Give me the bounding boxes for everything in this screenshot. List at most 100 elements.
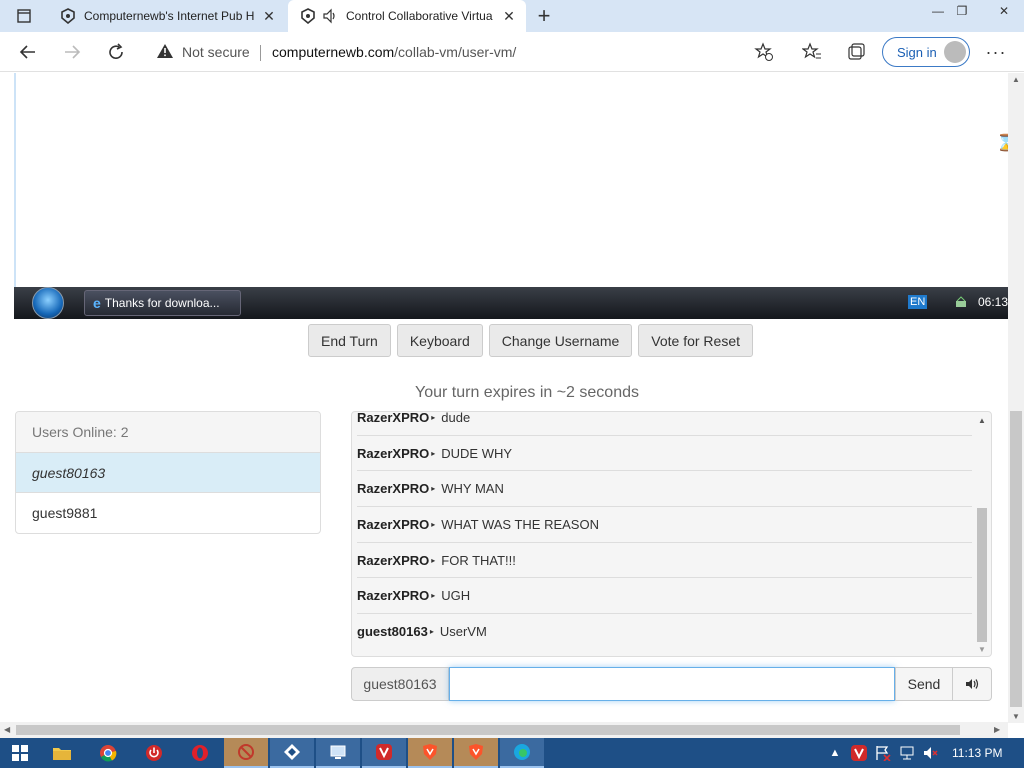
settings-menu-button[interactable]: ···: [982, 38, 1010, 66]
brave-taskbar-button[interactable]: [454, 738, 498, 768]
start-button[interactable]: [0, 738, 40, 768]
scroll-right-icon[interactable]: ▶: [994, 725, 1000, 734]
tab-close-icon[interactable]: ✕: [498, 5, 520, 27]
network-icon[interactable]: [898, 744, 916, 762]
chat-input[interactable]: [449, 667, 895, 701]
page-scroll-thumb[interactable]: [1010, 411, 1022, 707]
chat-username: RazerXPRO: [357, 411, 430, 425]
sign-in-button[interactable]: Sign in: [882, 37, 970, 67]
chat-username: RazerXPRO: [357, 516, 430, 532]
tab-collab-vm[interactable]: Control Collaborative Virtua ✕: [288, 0, 526, 32]
chat-arrow-icon: ▸: [431, 519, 436, 529]
vm-control-buttons: End Turn Keyboard Change Username Vote f…: [308, 324, 753, 357]
app-taskbar-button[interactable]: [270, 738, 314, 768]
favorites-button[interactable]: [798, 38, 826, 66]
scroll-down-icon[interactable]: ▼: [1012, 712, 1020, 721]
refresh-button[interactable]: [102, 38, 130, 66]
new-tab-button[interactable]: +: [532, 3, 556, 28]
chat-log[interactable]: RazerXPRO ▸ dude RazerXPRO ▸ DUDE WHY RazerX…: [351, 411, 992, 657]
site-favicon-icon: [58, 6, 78, 26]
page-vertical-scrollbar[interactable]: ▲ ▼: [1008, 73, 1024, 723]
blocked-app-taskbar-button[interactable]: [224, 738, 268, 768]
warning-icon[interactable]: [156, 43, 174, 64]
scroll-down-icon[interactable]: ▼: [978, 645, 986, 654]
chat-message: RazerXPRO ▸ FOR THAT!!!: [357, 543, 972, 579]
audio-playing-icon[interactable]: [320, 6, 340, 26]
close-window-button[interactable]: ✕: [988, 0, 1020, 22]
edge-taskbar-button[interactable]: [500, 738, 544, 768]
send-button[interactable]: Send: [895, 667, 953, 701]
vm-start-orb-icon[interactable]: [32, 287, 64, 319]
chat-scroll-thumb[interactable]: [977, 508, 987, 642]
chat-username: guest80163: [357, 624, 428, 640]
chat-message: RazerXPRO ▸ UGH: [357, 578, 972, 615]
url-path: /collab-vm/user-vm/: [394, 44, 517, 60]
vivaldi-taskbar-button[interactable]: [362, 738, 406, 768]
windows-taskbar: ▲ 11:13 PM: [0, 738, 1024, 768]
page-viewport: ⌛ e Thanks for downloa... EN 06:13 End T…: [0, 73, 1008, 723]
page-hscroll-thumb[interactable]: [16, 725, 960, 735]
turn-status: Your turn expires in ~2 seconds: [415, 384, 639, 401]
favorites-icon: [802, 42, 821, 59]
opera-icon: [192, 745, 208, 761]
address-bar[interactable]: Not secure computernewb.com/collab-vm/us…: [146, 36, 782, 68]
back-button[interactable]: [14, 38, 42, 66]
volume-button[interactable]: [952, 667, 992, 701]
refresh-icon: [109, 43, 123, 59]
chat-username: RazerXPRO: [357, 445, 430, 461]
vm-clock: 06:13: [978, 295, 1008, 309]
chat-username-label: guest80163: [351, 667, 449, 701]
collections-button[interactable]: [842, 38, 870, 66]
tray-expand-icon[interactable]: ▲: [826, 744, 844, 762]
user-list-item[interactable]: guest9881: [16, 493, 320, 533]
favorite-add-button[interactable]: [750, 38, 778, 66]
vm-display[interactable]: [14, 73, 1008, 318]
vm-taskbar[interactable]: e Thanks for downloa... EN 06:13: [14, 287, 1008, 319]
keyboard-button[interactable]: Keyboard: [396, 324, 483, 357]
tray-flag-icon[interactable]: [874, 744, 892, 762]
more-icon: ···: [985, 41, 1007, 62]
chat-scrollbar[interactable]: ▲ ▼: [976, 416, 988, 654]
chat-message: RazerXPRO ▸ dude: [357, 411, 972, 436]
power-app-taskbar-button[interactable]: [132, 738, 176, 768]
scroll-up-icon[interactable]: ▲: [978, 416, 986, 425]
tray-vivaldi-icon[interactable]: [850, 744, 868, 762]
tab-close-icon[interactable]: ✕: [258, 5, 280, 27]
tab-actions-button[interactable]: [6, 4, 42, 28]
remote-desktop-taskbar-button[interactable]: [316, 738, 360, 768]
tab-computernewb[interactable]: Computernewb's Internet Pub H ✕: [48, 0, 286, 32]
vm-network-icon[interactable]: [954, 295, 968, 309]
chat-messages: RazerXPRO ▸ dude RazerXPRO ▸ DUDE WHY RazerX…: [352, 411, 972, 650]
chat-message: RazerXPRO ▸ WHY MAN: [357, 471, 972, 508]
vm-language-indicator[interactable]: EN: [908, 295, 928, 309]
collections-icon: [848, 43, 865, 60]
edge-icon: [514, 744, 530, 760]
no-symbol-icon: [238, 744, 254, 760]
page-horizontal-scrollbar[interactable]: ◀ ▶: [0, 722, 1008, 738]
security-status: Not secure: [182, 44, 250, 60]
vote-reset-button[interactable]: Vote for Reset: [638, 324, 753, 357]
system-clock[interactable]: 11:13 PM: [952, 746, 1002, 760]
forward-button[interactable]: [58, 38, 86, 66]
sign-in-label: Sign in: [897, 44, 937, 60]
volume-muted-icon[interactable]: [922, 744, 940, 762]
restore-button[interactable]: ❐: [946, 0, 978, 22]
tab-title: Control Collaborative Virtua: [346, 9, 493, 23]
monitor-icon: [330, 745, 346, 759]
opera-taskbar-button[interactable]: [178, 738, 222, 768]
change-username-button[interactable]: Change Username: [488, 324, 633, 357]
chat-text: WHY MAN: [441, 481, 504, 497]
user-list-item[interactable]: guest80163: [16, 453, 320, 493]
file-explorer-taskbar-button[interactable]: [40, 738, 84, 768]
brave-taskbar-button[interactable]: [408, 738, 452, 768]
chat-arrow-icon: ▸: [431, 591, 436, 601]
chrome-taskbar-button[interactable]: [86, 738, 130, 768]
vm-taskbar-item[interactable]: e Thanks for downloa...: [84, 290, 241, 316]
users-online-header: Users Online: 2: [16, 412, 320, 453]
tab-title: Computernewb's Internet Pub H: [84, 9, 255, 23]
chat-arrow-icon: ▸: [431, 484, 436, 494]
scroll-up-icon[interactable]: ▲: [1012, 75, 1020, 84]
end-turn-button[interactable]: End Turn: [308, 324, 391, 357]
scroll-left-icon[interactable]: ◀: [4, 725, 10, 734]
vm-task-label: Thanks for downloa...: [104, 296, 220, 310]
